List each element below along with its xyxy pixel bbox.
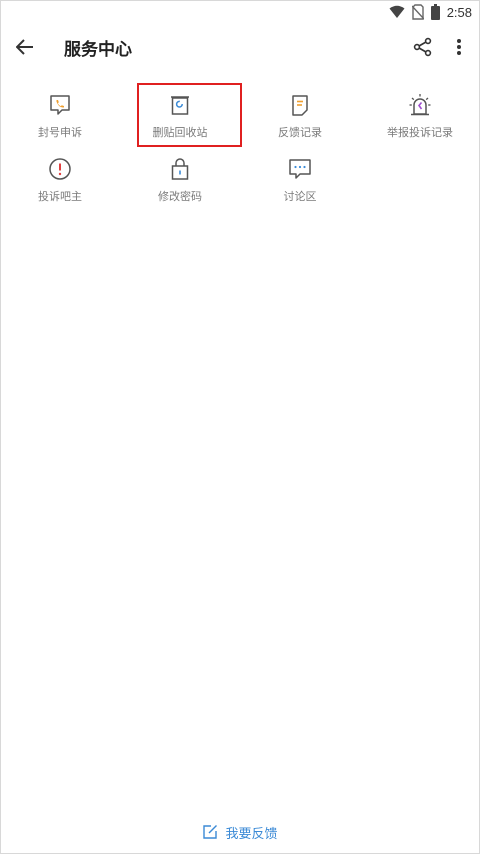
status-time: 2:58 [446,4,472,20]
feedback-button[interactable]: 我要反馈 [0,820,480,844]
chat-icon [285,154,315,184]
service-appeal-ban[interactable]: 封号申诉 [0,86,120,150]
service-label: 投诉吧主 [38,190,82,203]
service-label: 封号申诉 [38,126,82,139]
edit-icon [203,825,218,839]
service-row: 投诉吧主 修改密码 讨论区 [0,150,480,214]
back-button[interactable] [12,34,38,60]
service-discussion[interactable]: 讨论区 [240,150,360,214]
service-report-records[interactable]: 举报投诉记录 [360,86,480,150]
service-change-password[interactable]: 修改密码 [120,150,240,214]
arrow-left-icon [16,39,33,55]
page-title: 服务中心 [64,40,132,60]
app-bar: 服务中心 [0,24,480,70]
service-recycle-bin[interactable]: 删贴回收站 [120,86,240,150]
share-icon [413,37,432,57]
share-button[interactable] [410,34,436,60]
service-label: 反馈记录 [278,126,322,139]
no-sim-icon [411,4,424,20]
exclamation-icon [45,154,75,184]
more-options-button[interactable] [446,34,472,60]
wifi-icon [389,5,405,19]
service-label: 删贴回收站 [152,126,208,139]
service-label: 举报投诉记录 [387,126,453,139]
battery-icon [430,4,440,20]
service-grid: 封号申诉 删贴回收站 反馈记录 举报投诉记录 投诉吧主 修改密码 讨论区 [0,86,480,214]
more-vertical-icon [457,39,461,55]
note-icon [285,90,315,120]
service-label: 修改密码 [158,190,202,203]
alarm-icon [405,90,435,120]
lock-icon [165,154,195,184]
service-row: 封号申诉 删贴回收站 反馈记录 举报投诉记录 [0,86,480,150]
service-label: 讨论区 [283,190,317,203]
status-bar: 2:58 [0,0,480,24]
service-complain-moderator[interactable]: 投诉吧主 [0,150,120,214]
recycle-bin-icon [165,90,195,120]
service-feedback-records[interactable]: 反馈记录 [240,86,360,150]
feedback-label: 我要反馈 [225,826,278,842]
phone-bubble-icon [45,90,75,120]
